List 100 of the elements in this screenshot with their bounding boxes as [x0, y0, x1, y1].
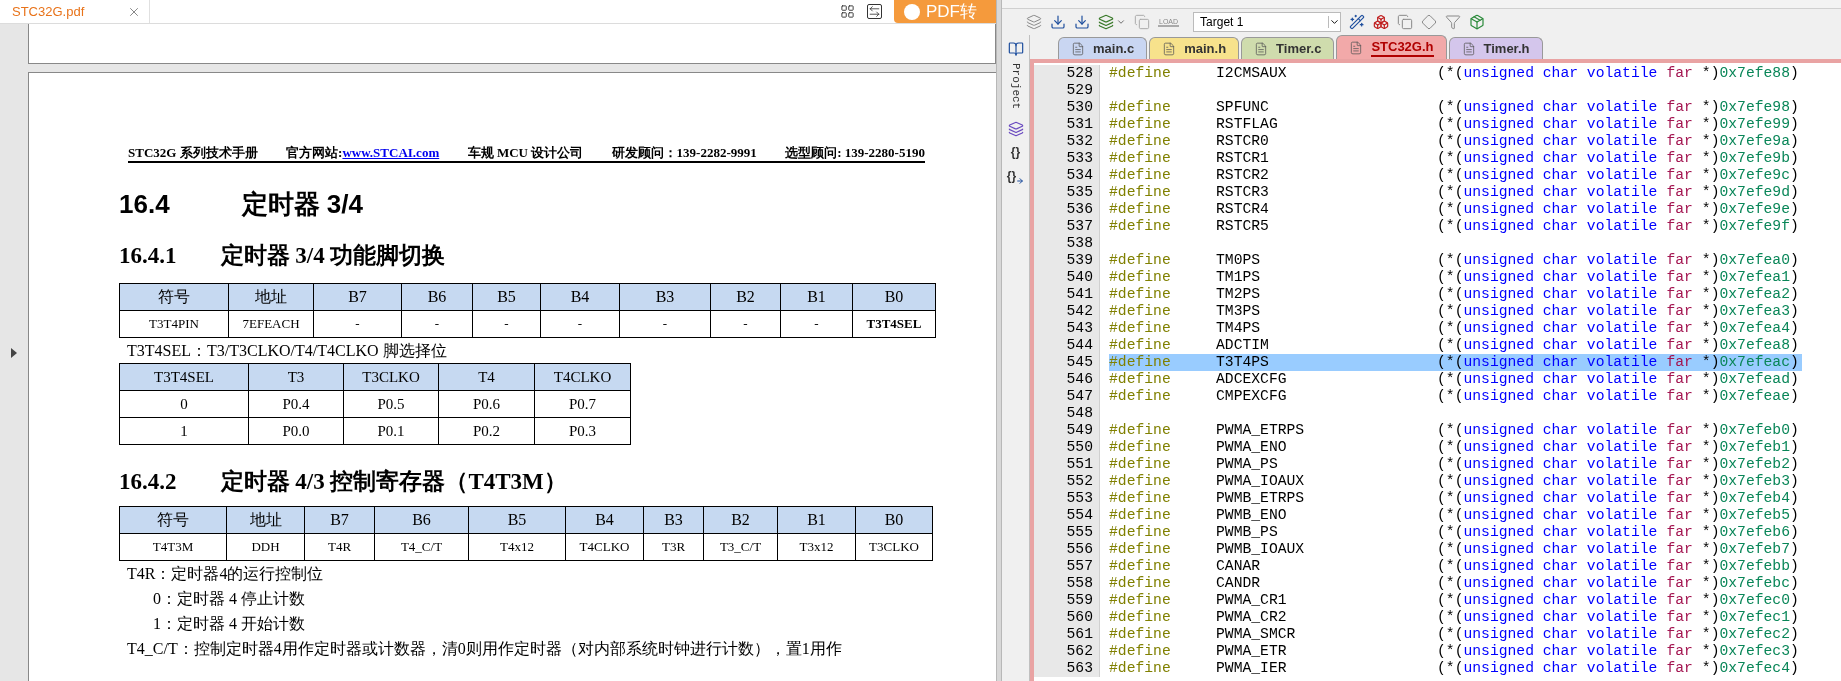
table-cell: T4CLKO: [565, 533, 644, 561]
column-header: B5: [468, 506, 566, 534]
code-line: #define PWMB_IOAUX (*(unsigned char volatile far *)0x7efeb7): [1109, 541, 1800, 558]
swap-icon[interactable]: [867, 4, 882, 19]
table-cell: -: [780, 310, 853, 338]
column-header: 地址: [228, 283, 314, 311]
download-icon[interactable]: [1050, 14, 1066, 30]
line-number: 555: [1034, 524, 1100, 541]
header-text: 研发顾问：139-2282-9991: [611, 144, 757, 163]
book-icon[interactable]: [1007, 41, 1024, 57]
paragraph: T4_C/T：控制定时器4用作定时器或计数器，清0则用作定时器（对内部系统时钟进行计数），置1用作: [127, 638, 842, 659]
column-header: B6: [401, 283, 473, 311]
caret-icon[interactable]: [1116, 17, 1126, 27]
table-cell: P0.2: [438, 417, 535, 445]
website-link[interactable]: www.STCAI.com: [342, 143, 440, 163]
line-number: 556: [1034, 541, 1100, 558]
diamond-icon[interactable]: [1421, 14, 1438, 30]
code-line: #define RSTCR1 (*(unsigned char volatile far *)0x7efe9b): [1109, 150, 1800, 167]
download-icon[interactable]: [1074, 14, 1090, 30]
column-header: T3T4SEL: [119, 363, 249, 391]
table-cell: 7EFEACH: [228, 310, 314, 338]
column-header: B0: [852, 283, 936, 311]
grid-view-icon[interactable]: [840, 4, 855, 19]
line-number: 561: [1034, 626, 1100, 643]
file-tab[interactable]: STC32G.h: [1336, 35, 1447, 59]
line-number: 543: [1034, 320, 1100, 337]
column-header: T3CLKO: [343, 363, 439, 391]
file-icon: [1461, 40, 1476, 57]
code-line: #define PWMB_ENO (*(unsigned char volatile far *)0x7efeb5): [1109, 507, 1800, 524]
line-number: 560: [1034, 609, 1100, 626]
table-cell: T3CLKO: [855, 533, 933, 561]
table-cell: T4T3M: [119, 533, 227, 561]
line-number: 537: [1034, 218, 1100, 235]
table-cell: T3T4PIN: [119, 310, 229, 338]
line-number: 533: [1034, 150, 1100, 167]
code-line: #define PWMA_ENO (*(unsigned char volatile far *)0x7efeb1): [1109, 439, 1800, 456]
column-header: B0: [855, 506, 933, 534]
code-line: #define ADCEXCFG (*(unsigned char volatile far *)0x7efead): [1109, 371, 1800, 388]
line-number: 540: [1034, 269, 1100, 286]
column-header: B2: [710, 283, 781, 311]
line-number: 528: [1034, 65, 1100, 82]
expand-arrow-icon[interactable]: [11, 347, 17, 358]
line-number: 562: [1034, 643, 1100, 660]
column-header: 符号: [119, 283, 229, 311]
paragraph: T3T4SEL：T3/T3CLKO/T4/T4CLKO 脚选择位: [127, 340, 447, 361]
option-text: 1：定时器 4 开始计数: [153, 613, 305, 634]
target-select[interactable]: Target 1: [1193, 12, 1342, 32]
package-icon[interactable]: [1469, 14, 1486, 30]
column-header: 符号: [119, 506, 227, 534]
option-text: 0：定时器 4 停止计数: [153, 588, 305, 609]
file-tab[interactable]: main.h: [1149, 37, 1240, 59]
layers-icon[interactable]: [1098, 14, 1114, 30]
table-cell: -: [401, 310, 473, 338]
table-cell: P0.4: [248, 390, 344, 418]
line-number: 552: [1034, 473, 1100, 490]
column-header: B2: [703, 506, 778, 534]
column-header: B3: [619, 283, 711, 311]
line-number: 554: [1034, 507, 1100, 524]
file-tab[interactable]: Timer.h: [1448, 37, 1543, 59]
wand-icon[interactable]: [1349, 14, 1366, 30]
line-number: 542: [1034, 303, 1100, 320]
project-tab[interactable]: Project: [1007, 63, 1024, 110]
line-number: 558: [1034, 575, 1100, 592]
section-title: 定时器 3/4 功能脚切换: [220, 241, 446, 270]
code-line: #define RSTCR0 (*(unsigned char volatile far *)0x7efe9a): [1109, 133, 1800, 150]
functions-tab[interactable]: {}: [1010, 143, 1021, 162]
line-number: 553: [1034, 490, 1100, 507]
table-cell: DDH: [226, 533, 305, 561]
code-line: #define RSTCR5 (*(unsigned char volatile far *)0x7efe9f): [1109, 218, 1800, 235]
line-number: 547: [1034, 388, 1100, 405]
table-cell: T3T4SEL: [852, 310, 936, 338]
boxes-icon[interactable]: [1373, 14, 1390, 30]
table-cell: P0.7: [534, 390, 631, 418]
table-cell: -: [313, 310, 402, 338]
code-line: #define PWMA_CR2 (*(unsigned char volatile far *)0x7efec1): [1109, 609, 1800, 626]
line-number: 534: [1034, 167, 1100, 184]
line-number: 549: [1034, 422, 1100, 439]
code-line: #define ADCTIM (*(unsigned char volatile far *)0x7efea8): [1109, 337, 1800, 354]
code-line: #define PWMA_ETRPS (*(unsigned char volatile far *)0x7efeb0): [1109, 422, 1800, 439]
file-tab[interactable]: main.c: [1058, 37, 1148, 59]
file-tab[interactable]: Timer.c: [1241, 37, 1335, 59]
templates-tab[interactable]: {}: [1006, 167, 1017, 186]
table-cell: T3R: [643, 533, 704, 561]
table-cell: T3_C/T: [703, 533, 778, 561]
table-cell: -: [472, 310, 541, 338]
code-line: #define PWMA_SMCR (*(unsigned char volatile far *)0x7efec2): [1109, 626, 1800, 643]
code-line: #define TM1PS (*(unsigned char volatile far *)0x7efea1): [1109, 269, 1800, 286]
table-cell: 0: [119, 390, 249, 418]
line-number: 531: [1034, 116, 1100, 133]
column-header: T4CLKO: [534, 363, 631, 391]
line-number: 548: [1034, 405, 1100, 422]
layers-icon[interactable]: [1026, 14, 1042, 30]
file-icon: [1162, 40, 1177, 57]
line-number: 539: [1034, 252, 1100, 269]
line-number: 557: [1034, 558, 1100, 575]
table-cell: T3x12: [777, 533, 856, 561]
code-line: #define RSTCR4 (*(unsigned char volatile far *)0x7efe9e): [1109, 201, 1800, 218]
code-line: #define PWMA_CR1 (*(unsigned char volatile far *)0x7efec0): [1109, 592, 1800, 609]
code-line: #define PWMB_PS (*(unsigned char volatile far *)0x7efeb6): [1109, 524, 1800, 541]
table-cell: T4R: [304, 533, 375, 561]
